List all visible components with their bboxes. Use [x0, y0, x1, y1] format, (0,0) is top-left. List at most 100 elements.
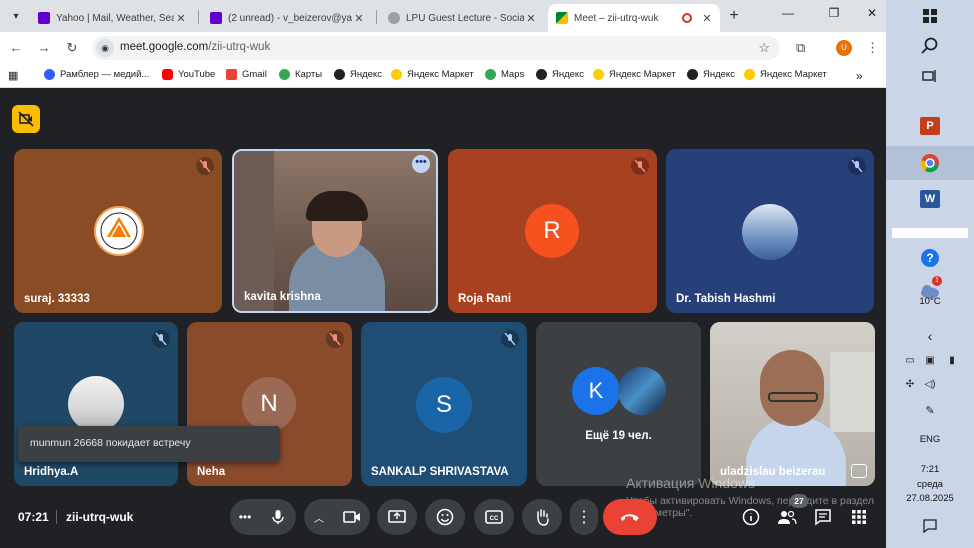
participant-name: Dr. Tabish Hashmi	[676, 293, 776, 305]
bookmark-star-icon[interactable]: ☆	[758, 40, 770, 56]
video-background-wall	[234, 151, 274, 311]
audio-control-group: •••	[230, 499, 296, 535]
participant-tile[interactable]: uladzislau beizerau	[710, 322, 875, 486]
restore-icon[interactable]: ❐	[824, 6, 844, 20]
chrome-icon[interactable]	[916, 149, 944, 177]
bookmark-label: Gmail	[242, 69, 267, 80]
bookmark-item[interactable]: Яндекс	[536, 69, 584, 80]
close-icon[interactable]: ✕	[700, 12, 714, 25]
site-info-icon[interactable]: ◉	[96, 39, 114, 57]
leave-call-button[interactable]	[603, 499, 657, 535]
notifications-icon[interactable]	[916, 512, 944, 540]
camera-icon[interactable]	[334, 510, 370, 524]
mic-off-icon	[196, 157, 214, 175]
minimize-icon[interactable]: —	[778, 6, 798, 20]
close-icon[interactable]: ✕	[174, 12, 188, 25]
more-options-icon[interactable]: ⋮	[570, 499, 598, 535]
others-tile[interactable]: K Ещё 19 чел.	[536, 322, 701, 486]
bookmark-label: Яндекс	[350, 69, 382, 80]
participant-photo-avatar	[742, 204, 798, 260]
bookmark-item[interactable]: Рамблер — медий...	[44, 69, 149, 80]
bookmark-item[interactable]: Яндекс Маркет	[593, 69, 676, 80]
bookmark-label: Рамблер — медий...	[60, 69, 150, 80]
divider	[56, 510, 57, 524]
video-options-icon[interactable]: ︿	[304, 510, 334, 525]
close-icon[interactable]: ✕	[524, 12, 538, 25]
tab-lpu[interactable]: LPU Guest Lecture - Social Sc ✕	[380, 4, 544, 32]
volume-icon[interactable]: ◁)	[916, 370, 944, 398]
tab-search-button[interactable]: ▾	[6, 6, 26, 26]
tab-label: Meet – zii-utrq-wuk	[574, 12, 659, 24]
pen-icon[interactable]: ✎	[916, 396, 944, 424]
bookmark-label: Maps	[501, 69, 525, 80]
profile-avatar[interactable]: U	[836, 40, 852, 56]
raise-hand-button[interactable]	[522, 499, 562, 535]
market-icon	[744, 69, 755, 80]
help-icon[interactable]: ?	[916, 244, 944, 272]
tab-divider	[376, 10, 377, 24]
meeting-details-icon[interactable]	[740, 506, 762, 528]
address-bar[interactable]: ◉ meet.google.com/zii-utrq-wuk ☆	[92, 36, 780, 60]
bookmark-item[interactable]: Яндекс Маркет	[744, 69, 827, 80]
bookmarks-more[interactable]: »	[856, 69, 863, 83]
new-tab-button[interactable]: +	[724, 6, 744, 26]
bookmark-item[interactable]: Gmail	[226, 69, 267, 80]
language-indicator[interactable]: ENG	[886, 434, 974, 445]
task-view-icon[interactable]	[916, 62, 944, 90]
bookmark-item[interactable]: Яндекс Маркет	[391, 69, 474, 80]
windows-taskbar: P W ? 1 10°C ‹ ▭ ▣ ▮ ✣ ◁) ✎ ENG 7:21 сре…	[886, 0, 974, 548]
mic-icon[interactable]	[260, 509, 296, 525]
browser-window: ▾ Yahoo | Mail, Weather, Search ✕ (2 unr…	[0, 0, 886, 548]
bookmark-item[interactable]: Яндекс	[334, 69, 382, 80]
bookmark-item[interactable]: Карты	[279, 69, 322, 80]
powerpoint-icon[interactable]: P	[916, 112, 944, 140]
address-toolbar: ← → ↻ ◉ meet.google.com/zii-utrq-wuk ☆ ⧉…	[0, 32, 886, 64]
extensions-icon[interactable]: ⧉	[796, 40, 805, 56]
clock-time[interactable]: 7:21	[886, 464, 974, 475]
word-icon[interactable]: W	[916, 185, 944, 213]
tab-yahoo-mail[interactable]: (2 unread) - v_beizerov@yaho ✕	[202, 4, 372, 32]
participant-tile[interactable]: Dr. Tabish Hashmi	[666, 149, 874, 313]
back-icon[interactable]: ←	[8, 40, 24, 56]
chat-icon[interactable]	[812, 506, 834, 528]
emoji-button[interactable]	[425, 499, 465, 535]
bookmark-item[interactable]: Яндекс	[687, 69, 735, 80]
close-icon[interactable]: ✕	[352, 12, 366, 25]
forward-icon[interactable]: →	[36, 40, 52, 56]
menu-icon[interactable]: ⋮	[866, 40, 879, 56]
present-screen-button[interactable]	[377, 499, 417, 535]
meeting-time: 07:21	[18, 510, 49, 524]
close-window-icon[interactable]: ✕	[862, 6, 882, 20]
participant-tile[interactable]: ••• kavita krishna	[232, 149, 438, 313]
apps-icon[interactable]: ▦	[8, 69, 18, 82]
bookmark-label: Яндекс Маркет	[760, 69, 827, 80]
windows-start-icon[interactable]	[916, 2, 944, 30]
mic-off-icon	[631, 157, 649, 175]
people-icon[interactable]	[776, 506, 798, 528]
participant-tile[interactable]: S SANKALP SHRIVASTAVA	[361, 322, 527, 486]
participant-name: Hridhya.A	[24, 466, 79, 478]
tab-meet[interactable]: Meet – zii-utrq-wuk ✕	[548, 4, 720, 32]
activities-icon[interactable]	[848, 506, 870, 528]
leave-notification: munmun 26668 покидает встречу	[18, 426, 280, 462]
tab-yahoo[interactable]: Yahoo | Mail, Weather, Search ✕	[30, 4, 194, 32]
more-options-icon[interactable]: •••	[412, 155, 430, 173]
participant-avatar: N	[242, 377, 296, 431]
bookmark-item[interactable]: Maps	[485, 69, 524, 80]
bookmark-label: Яндекс Маркет	[407, 69, 474, 80]
tab-divider	[198, 10, 199, 24]
mail-icon	[210, 12, 222, 24]
participant-tile[interactable]: R Roja Rani	[448, 149, 657, 313]
search-icon[interactable]	[916, 32, 944, 60]
bookmark-label: YouTube	[178, 69, 216, 80]
bookmark-item[interactable]: YouTube	[162, 69, 215, 80]
taskbar-scroll[interactable]	[892, 228, 968, 238]
participant-tile[interactable]: suraj. 33333	[14, 149, 222, 313]
others-photo-avatar	[618, 367, 666, 415]
camera-off-badge-icon[interactable]	[12, 105, 40, 133]
audio-options-icon[interactable]: •••	[230, 510, 260, 524]
pin-icon[interactable]	[851, 464, 867, 478]
participant-avatar: R	[525, 204, 579, 258]
captions-button[interactable]: CC	[474, 499, 514, 535]
reload-icon[interactable]: ↻	[64, 40, 80, 56]
